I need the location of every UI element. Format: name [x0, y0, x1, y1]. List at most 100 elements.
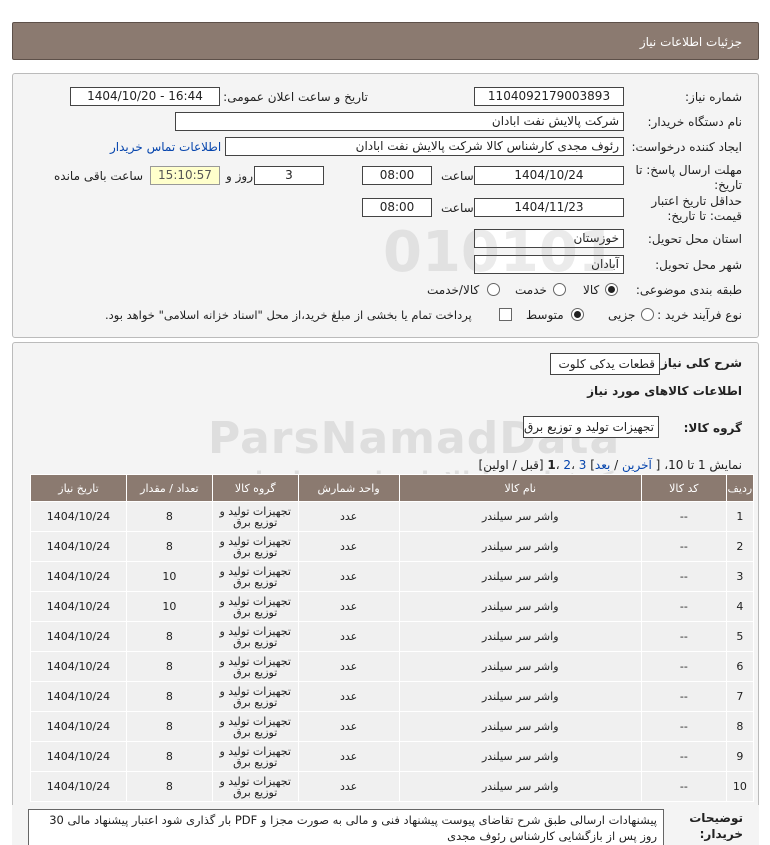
pagination-prev: قبل [520, 458, 539, 472]
payment-note: پرداخت تمام یا بخشی از مبلغ خرید،از محل … [105, 308, 472, 322]
table-row: 6 -- واشر سر سیلندر عدد تجهیزات تولید و توزی… [30, 651, 755, 682]
cell-date: 1404/10/24 [30, 531, 127, 562]
need-number-field: 1104092179003893 [474, 87, 624, 106]
cell-date: 1404/10/24 [30, 651, 127, 682]
buyer-notes-text: پیشنهادات ارسالی طبق شرح تقاضای پیوست پی… [28, 809, 664, 845]
goods-table: ردیف کد کالا نام کالا واحد شمارش گروه کا… [30, 474, 755, 802]
table-row: 5 -- واشر سر سیلندر عدد تجهیزات تولید و توزی… [30, 621, 755, 652]
pagination-last[interactable]: آخرین [622, 458, 652, 472]
cell-date: 1404/10/24 [30, 561, 127, 592]
buyer-notes-panel: توضیحات خریدار: پیشنهادات ارسالی طبق شرح… [12, 805, 759, 845]
cell-qty: 8 [125, 501, 213, 532]
cell-row: 4 [725, 591, 755, 622]
province-label: استان محل تحویل: [647, 232, 742, 246]
cell-row: 3 [725, 561, 755, 592]
cell-date: 1404/10/24 [30, 501, 127, 532]
table-row: 8 -- واشر سر سیلندر عدد تجهیزات تولید و توزی… [30, 711, 755, 742]
cell-row: 9 [725, 741, 755, 772]
cell-qty: 8 [125, 771, 213, 802]
col-group: گروه کالا [211, 474, 299, 502]
category-label: طبقه بندی موضوعی: [635, 283, 742, 297]
days-field: 3 [254, 166, 324, 185]
cell-unit: عدد [297, 621, 400, 652]
validity-time-field: 08:00 [362, 198, 432, 217]
cell-code: -- [640, 621, 727, 652]
cell-qty: 8 [125, 711, 213, 742]
pagination-first: اولین [483, 458, 509, 472]
cell-name: واشر سر سیلندر [398, 711, 642, 742]
deadline-label-1: مهلت ارسال پاسخ: تا [635, 163, 742, 177]
col-date: تاریخ نیاز [30, 474, 127, 502]
cell-row: 5 [725, 621, 755, 652]
process-label: نوع فرآیند خرید : [657, 308, 742, 322]
cell-group: تجهیزات تولید و توزیع برق [211, 771, 299, 802]
deadline-label-2: تاریخ: [714, 178, 742, 192]
need-info-panel: شماره نیاز: 1104092179003893 تاریخ و ساع… [12, 73, 759, 338]
remaining-time-field: 15:10:57 [150, 166, 220, 185]
cell-name: واشر سر سیلندر [398, 501, 642, 532]
pagination-page-2[interactable]: 2 [563, 458, 571, 472]
process-partial-radio[interactable] [641, 308, 654, 321]
cell-name: واشر سر سیلندر [398, 681, 642, 712]
cell-code: -- [640, 771, 727, 802]
validity-date-field: 1404/11/23 [474, 198, 624, 217]
city-label: شهر محل تحویل: [655, 258, 742, 272]
table-header-row: ردیف کد کالا نام کالا واحد شمارش گروه کا… [30, 474, 755, 502]
validity-time-label: ساعت [441, 201, 474, 215]
description-field: قطعات یدکی کلوت [550, 353, 660, 375]
col-row: ردیف [725, 474, 755, 502]
col-name: نام کالا [398, 474, 642, 502]
cell-row: 1 [725, 501, 755, 532]
cell-unit: عدد [297, 561, 400, 592]
cell-code: -- [640, 651, 727, 682]
cell-qty: 8 [125, 681, 213, 712]
cell-group: تجهیزات تولید و توزیع برق [211, 711, 299, 742]
buyer-notes-label-2: خریدار: [699, 827, 743, 841]
cell-qty: 8 [125, 651, 213, 682]
pagination-next[interactable]: بعد [595, 458, 610, 472]
cell-name: واشر سر سیلندر [398, 591, 642, 622]
category-goods-service-radio[interactable] [487, 283, 500, 296]
buyer-contact-link[interactable]: اطلاعات تماس خریدار [110, 140, 221, 154]
cell-code: -- [640, 531, 727, 562]
table-row: 3 -- واشر سر سیلندر عدد تجهیزات تولید و توزی… [30, 561, 755, 592]
need-number-label: شماره نیاز: [685, 90, 742, 104]
page-title: جزئیات اطلاعات نیاز [639, 35, 742, 49]
table-row: 4 -- واشر سر سیلندر عدد تجهیزات تولید و توزی… [30, 591, 755, 622]
cell-unit: عدد [297, 681, 400, 712]
buyer-org-field: شرکت پالایش نفت ابادان [175, 112, 624, 131]
days-label: روز و [226, 169, 253, 183]
description-label: شرح کلی نیاز: [656, 356, 742, 370]
cell-group: تجهیزات تولید و توزیع برق [211, 561, 299, 592]
remaining-label: ساعت باقی مانده [54, 169, 144, 183]
process-partial-label: جزیی [608, 308, 636, 322]
cell-date: 1404/10/24 [30, 711, 127, 742]
cell-group: تجهیزات تولید و توزیع برق [211, 651, 299, 682]
validity-label-1: حداقل تاریخ اعتبار [651, 194, 742, 208]
announce-label: تاریخ و ساعت اعلان عمومی: [223, 90, 368, 104]
cell-unit: عدد [297, 711, 400, 742]
category-service-label: خدمت [515, 283, 547, 297]
cell-group: تجهیزات تولید و توزیع برق [211, 741, 299, 772]
cell-qty: 10 [125, 591, 213, 622]
category-goods-radio[interactable] [605, 283, 618, 296]
treasury-payment-checkbox[interactable] [499, 308, 512, 321]
category-goods-service-label: کالا/خدمت [427, 283, 480, 297]
deadline-date-field: 1404/10/24 [474, 166, 624, 185]
table-row: 10 -- واشر سر سیلندر عدد تجهیزات تولید و توز… [30, 771, 755, 802]
category-service-radio[interactable] [553, 283, 566, 296]
col-code: کد کالا [640, 474, 727, 502]
cell-group: تجهیزات تولید و توزیع برق [211, 591, 299, 622]
cell-name: واشر سر سیلندر [398, 651, 642, 682]
cell-row: 6 [725, 651, 755, 682]
cell-group: تجهیزات تولید و توزیع برق [211, 681, 299, 712]
cell-name: واشر سر سیلندر [398, 561, 642, 592]
process-medium-radio[interactable] [571, 308, 584, 321]
creator-label: ایجاد کننده درخواست: [631, 140, 742, 154]
announce-field: 1404/10/20 - 16:44 [70, 87, 220, 106]
table-row: 7 -- واشر سر سیلندر عدد تجهیزات تولید و توزی… [30, 681, 755, 712]
cell-code: -- [640, 561, 727, 592]
table-row: 9 -- واشر سر سیلندر عدد تجهیزات تولید و توزی… [30, 741, 755, 772]
goods-info-title: اطلاعات کالاهای مورد نیاز [587, 384, 742, 398]
buyer-org-label: نام دستگاه خریدار: [647, 115, 743, 129]
